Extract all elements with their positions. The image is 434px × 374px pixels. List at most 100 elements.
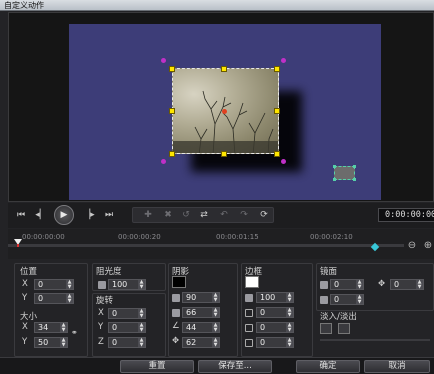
remove-keyframe-icon[interactable]: ✖: [161, 209, 175, 221]
zoom-in-icon[interactable]: ⊕: [422, 240, 434, 252]
border-color-swatch[interactable]: [245, 276, 259, 288]
opacity-label: 阻光度: [96, 267, 122, 277]
spin-arrows-icon[interactable]: ▲ ▼: [138, 338, 145, 347]
resize-handle-left[interactable]: [169, 108, 175, 114]
mirror-opacity-field[interactable]: 0 ▲ ▼: [330, 279, 364, 290]
x-axis-label: X: [98, 308, 104, 318]
spin-arrows-icon[interactable]: ▲ ▼: [286, 338, 293, 347]
border-opacity-icon: [245, 294, 253, 302]
size-label: 大小: [20, 312, 38, 322]
y-axis-label: Y: [22, 337, 28, 347]
preview-stage[interactable]: [69, 24, 381, 200]
border-opacity-field[interactable]: 100 ▲ ▼: [256, 292, 294, 303]
spin-arrows-icon[interactable]: ▲ ▼: [286, 308, 293, 317]
playhead-icon[interactable]: [14, 239, 22, 247]
prev-keyframe-icon[interactable]: ↶: [217, 209, 231, 221]
opacity-field[interactable]: 100 ▲ ▼: [108, 279, 146, 290]
step-back-icon[interactable]: ◂▏: [34, 208, 48, 222]
skip-start-icon[interactable]: ⏮: [14, 208, 28, 222]
resize-handle-bottom-left[interactable]: [169, 151, 175, 157]
resize-handle-top-left[interactable]: [169, 66, 175, 72]
spin-arrows-icon[interactable]: ▲ ▼: [212, 338, 219, 347]
fade-in-icon[interactable]: [320, 323, 332, 334]
corner-handle-bottom-right[interactable]: [281, 159, 286, 164]
size-x-field[interactable]: 34 ▲ ▼: [34, 322, 68, 333]
shadow-color-swatch[interactable]: [172, 276, 186, 288]
mirror-distance-field[interactable]: 0 ▲ ▼: [390, 279, 424, 290]
corner-handle-top-right[interactable]: [281, 58, 286, 63]
spin-arrows-icon[interactable]: ▲ ▼: [212, 323, 219, 332]
rotation-x-field[interactable]: 0 ▲ ▼: [108, 308, 146, 319]
swap-icon[interactable]: ⇄: [197, 209, 211, 221]
spin-arrows-icon[interactable]: ▲ ▼: [356, 280, 363, 289]
fade-out-icon[interactable]: [338, 323, 350, 334]
size-y-field[interactable]: 50 ▲ ▼: [34, 337, 68, 348]
position-x-field[interactable]: 0 ▲ ▼: [34, 279, 74, 290]
shadow-opacity-icon: [172, 294, 180, 302]
shadow-blur-field[interactable]: 66 ▲ ▼: [182, 307, 220, 318]
zoom-out-icon[interactable]: ⊖: [406, 240, 418, 252]
border-corner-field[interactable]: 0 ▲ ▼: [256, 337, 294, 348]
corner-handle-top-left[interactable]: [161, 58, 166, 63]
ok-button[interactable]: 确定: [296, 360, 360, 373]
spin-arrows-icon[interactable]: ▲ ▼: [212, 308, 219, 317]
mini-handle[interactable]: [333, 178, 336, 181]
timeline-track[interactable]: [8, 244, 404, 247]
rotation-z-field[interactable]: 0 ▲ ▼: [108, 337, 146, 348]
border-size-field[interactable]: 0 ▲ ▼: [256, 307, 294, 318]
shadow-opacity-field[interactable]: 90 ▲ ▼: [182, 292, 220, 303]
reset-button[interactable]: 重置: [120, 360, 194, 373]
fade-slider-track[interactable]: [320, 339, 430, 341]
reverse-keyframe-icon[interactable]: ↺: [179, 209, 193, 221]
spin-arrows-icon[interactable]: ▲ ▼: [356, 295, 363, 304]
rotation-label: 旋转: [96, 296, 114, 306]
y-axis-label: Y: [98, 322, 104, 332]
skip-end-icon[interactable]: ⏭: [102, 208, 116, 222]
title-bar: 自定义动作: [0, 0, 434, 11]
mirror-fade-field[interactable]: 0 ▲ ▼: [330, 294, 364, 305]
position-y-field[interactable]: 0 ▲ ▼: [34, 293, 74, 304]
shadow-distance-field[interactable]: 62 ▲ ▼: [182, 337, 220, 348]
spin-arrows-icon[interactable]: ▲ ▼: [138, 309, 145, 318]
resize-handle-right[interactable]: [274, 108, 280, 114]
link-icon[interactable]: ⚭: [71, 328, 78, 337]
spin-arrows-icon[interactable]: ▲ ▼: [66, 294, 73, 303]
mini-clip-preview[interactable]: [333, 165, 356, 181]
spin-arrows-icon[interactable]: ▲ ▼: [60, 323, 67, 332]
shadow-angle-field[interactable]: 44 ▲ ▼: [182, 322, 220, 333]
save-as-button[interactable]: 保存至...: [198, 360, 272, 373]
timeline[interactable]: 00:00:00:00 00:00:00:20 00:00:01:15 00:0…: [8, 229, 434, 259]
spin-arrows-icon[interactable]: ▲ ▼: [138, 323, 145, 332]
spin-arrows-icon[interactable]: ▲ ▼: [416, 280, 423, 289]
spin-arrows-icon[interactable]: ▲ ▼: [66, 280, 73, 289]
play-button[interactable]: ▶: [54, 205, 74, 225]
spin-arrows-icon[interactable]: ▲ ▼: [212, 293, 219, 302]
refresh-icon[interactable]: ⟳: [257, 209, 271, 221]
mini-handle[interactable]: [353, 178, 356, 181]
transport-bar: ⏮ ◂▏ ▶ ▕▸ ⏭ ✚ ✖ ↺ ⇄ ↶ ↷ ⟳ 0:00:00:00: [8, 203, 434, 228]
step-forward-icon[interactable]: ▕▸: [82, 208, 96, 222]
resize-handle-bottom[interactable]: [221, 151, 227, 157]
border-corner-icon: [245, 339, 253, 347]
next-keyframe-icon[interactable]: ↷: [237, 209, 251, 221]
corner-handle-bottom-left[interactable]: [161, 159, 166, 164]
z-axis-label: Z: [98, 337, 104, 347]
mini-handle[interactable]: [333, 165, 336, 168]
spin-arrows-icon[interactable]: ▲ ▼: [286, 293, 293, 302]
position-label: 位置: [20, 267, 38, 277]
cancel-button[interactable]: 取消: [364, 360, 430, 373]
mini-handle[interactable]: [353, 165, 356, 168]
resize-handle-top-right[interactable]: [274, 66, 280, 72]
resize-handle-bottom-right[interactable]: [274, 151, 280, 157]
add-keyframe-icon[interactable]: ✚: [141, 209, 155, 221]
spin-arrows-icon[interactable]: ▲ ▼: [60, 338, 67, 347]
x-axis-label: X: [22, 322, 28, 332]
spin-arrows-icon[interactable]: ▲ ▼: [286, 323, 293, 332]
ruler-label: 00:00:00:20: [118, 233, 161, 241]
border-blur-field[interactable]: 0 ▲ ▼: [256, 322, 294, 333]
rotation-y-field[interactable]: 0 ▲ ▼: [108, 322, 146, 333]
resize-handle-top[interactable]: [221, 66, 227, 72]
spin-arrows-icon[interactable]: ▲ ▼: [138, 280, 145, 289]
timecode-display[interactable]: 0:00:00:00: [378, 208, 434, 222]
center-point[interactable]: [222, 109, 227, 114]
